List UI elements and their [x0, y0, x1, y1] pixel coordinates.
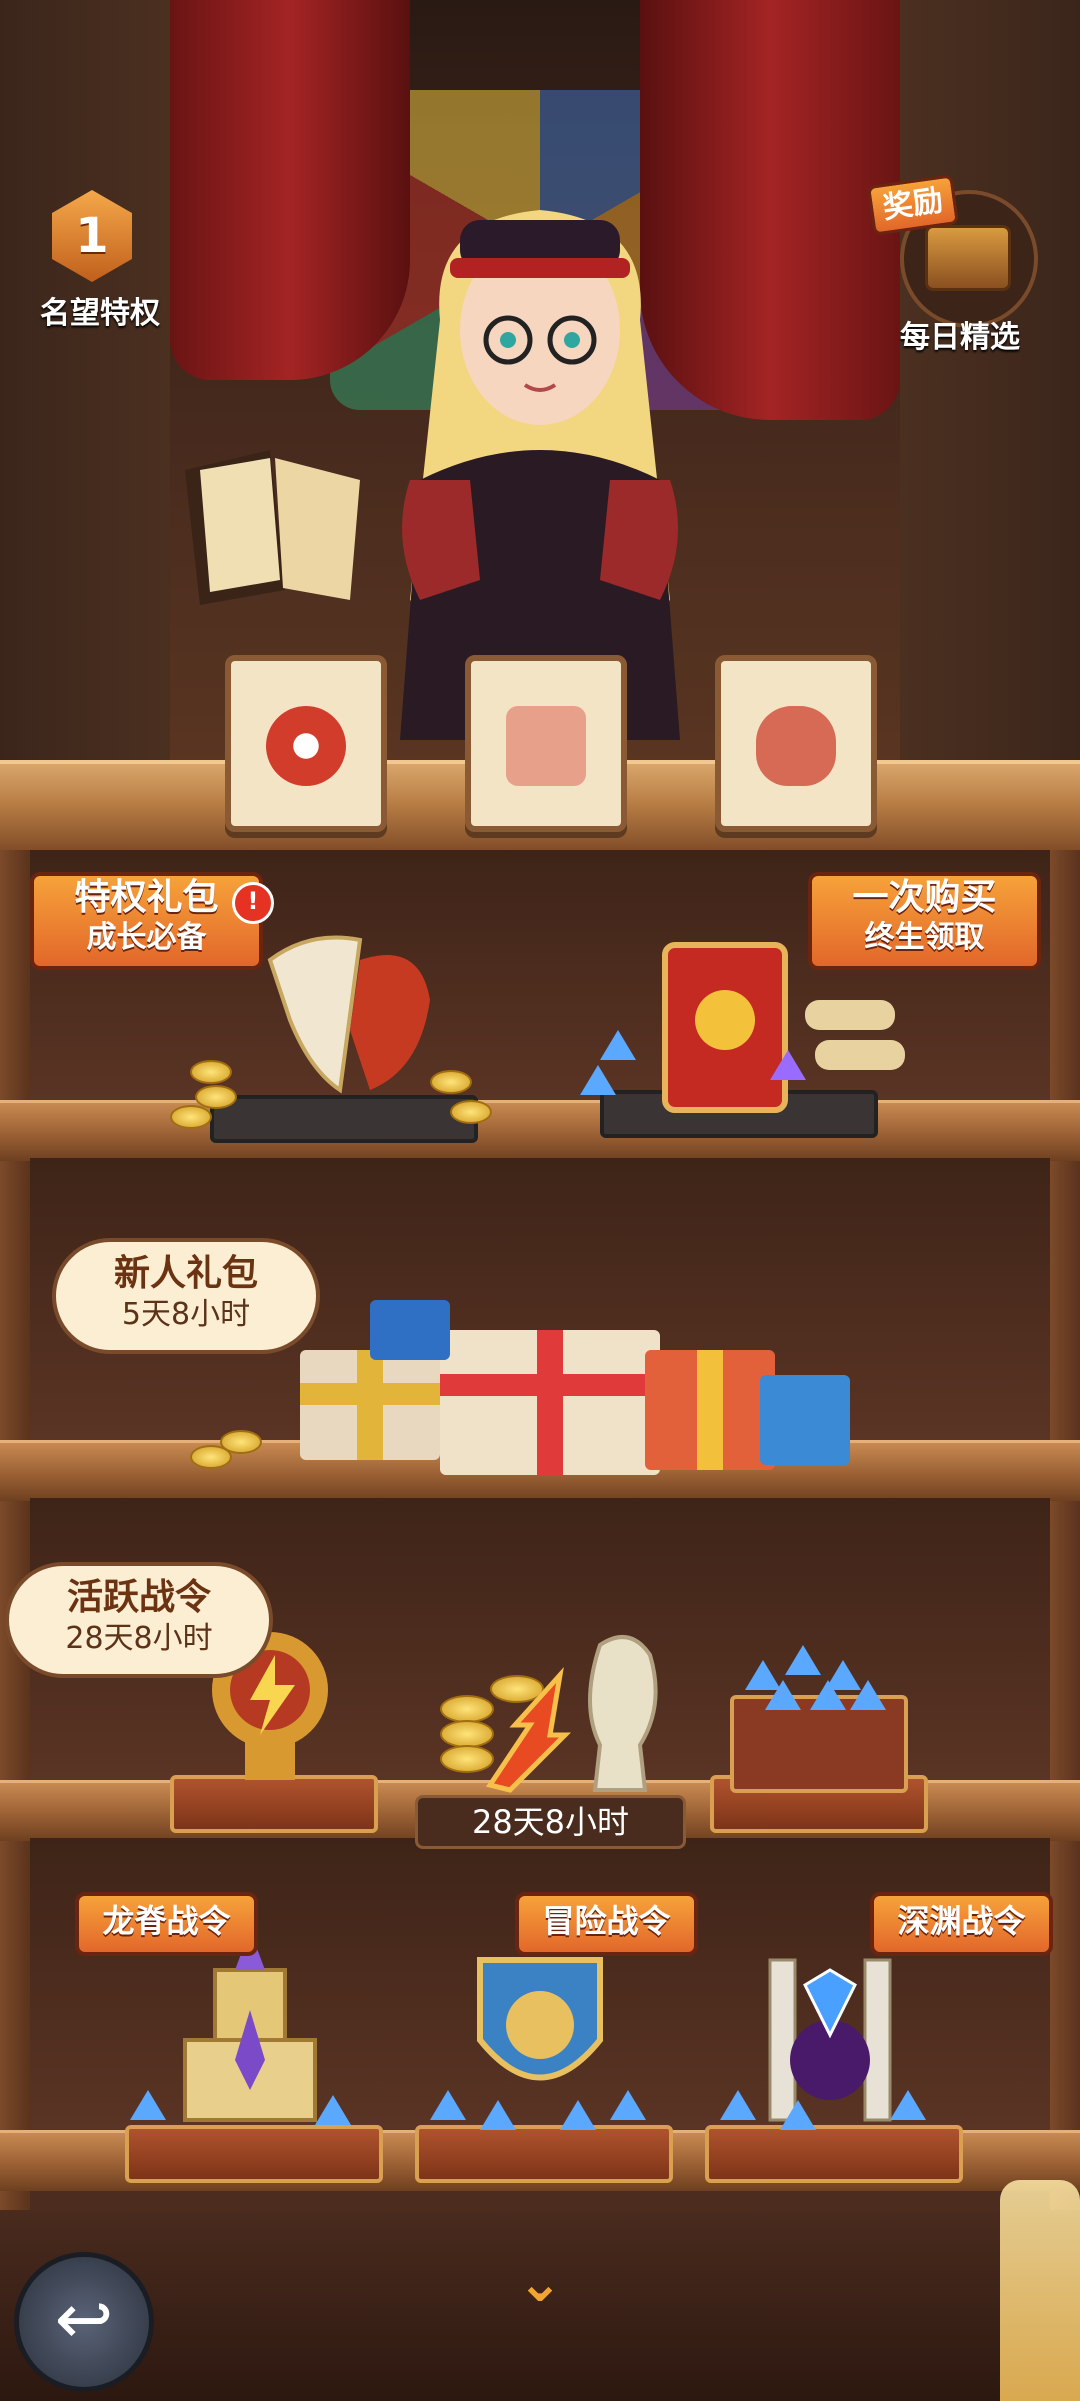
privilege-pack-subtitle: 成长必备 — [86, 920, 207, 955]
dragon-statue-icon — [588, 1635, 658, 1792]
diamond-portal-icon — [768, 1958, 892, 2122]
sun-card-icon — [662, 942, 788, 1113]
daily-selection-button[interactable]: 奖励 每日精选 — [866, 170, 1050, 355]
shop-card-pokeball[interactable] — [225, 655, 387, 832]
open-book — [185, 450, 360, 605]
shop-card-crown[interactable] — [465, 655, 627, 832]
arrow-up-icon — [485, 1666, 572, 1793]
lifetime-purchase-item[interactable] — [570, 940, 940, 1150]
dragon-spine-tag: 龙脊战令 — [75, 1892, 258, 1956]
adventure-pass-item[interactable] — [410, 1930, 673, 2183]
abyss-tag: 深渊战令 — [870, 1892, 1053, 1956]
scroll-icon — [805, 1000, 905, 1070]
crown-icon — [506, 706, 586, 786]
newbie-pack-timer: 5天8小时 — [121, 1297, 251, 1332]
shop-scene: 1 名望特权 奖励 每日精选 特权礼包 成长必备 ! 一次购买 终生领取 新人礼… — [0, 0, 1080, 2401]
shield-runner-icon — [477, 1957, 603, 2081]
shop-card-piggybank[interactable] — [715, 655, 877, 832]
right-wall — [900, 0, 1080, 800]
privilege-pack-title: 特权礼包 — [74, 877, 219, 918]
diamond-chest-item[interactable] — [705, 1640, 928, 1833]
rank-label: 名望特权 — [40, 296, 160, 331]
piggy-bank-icon — [756, 706, 836, 786]
lifetime-tag: 一次购买 终生领取 — [808, 872, 1041, 970]
dragon-spine-title: 龙脊战令 — [102, 1902, 231, 1940]
growth-fund-timer: 28天8小时 — [415, 1795, 686, 1849]
treasure-chest-icon — [925, 225, 1011, 291]
active-pass-bubble: 活跃战令 28天8小时 — [5, 1562, 273, 1678]
newbie-pack-title: 新人礼包 — [113, 1253, 258, 1294]
active-pass-timer: 28天8小时 — [65, 1621, 213, 1656]
candle-decoration — [1000, 2180, 1080, 2401]
active-pass-title: 活跃战令 — [66, 1577, 211, 1618]
alert-badge: ! — [232, 882, 274, 924]
privilege-pack-tag: 特权礼包 成长必备 — [30, 872, 263, 970]
gift-box-orange — [645, 1350, 775, 1470]
horn-dragon-icon — [267, 935, 430, 1094]
abyss-pass-item[interactable] — [700, 1930, 963, 2183]
daily-label: 每日精选 — [900, 320, 1020, 355]
castle-icon — [183, 1930, 317, 2122]
lifetime-subtitle: 终生领取 — [864, 920, 985, 955]
scroll-down-chevron-icon[interactable]: ⌄ — [505, 2256, 575, 2310]
newbie-pack-bubble: 新人礼包 5天8小时 — [52, 1238, 320, 1354]
ball-icon — [266, 706, 346, 786]
prestige-privilege-button[interactable]: 1 名望特权 — [30, 190, 160, 331]
back-arrow-icon: ↩ — [54, 2278, 114, 2360]
rank-number: 1 — [75, 208, 109, 264]
left-wall — [0, 0, 170, 800]
lifetime-title: 一次购买 — [852, 877, 997, 918]
gift-box-teal — [760, 1375, 850, 1465]
dragon-spine-pass-item[interactable] — [120, 1930, 383, 2183]
gift-box-blue — [370, 1300, 450, 1360]
adventure-title: 冒险战令 — [542, 1902, 671, 1940]
gift-box-large — [440, 1330, 660, 1475]
back-button[interactable]: ↩ — [14, 2252, 154, 2392]
adventure-tag: 冒险战令 — [515, 1892, 698, 1956]
gift-box-small — [300, 1350, 440, 1460]
abyss-title: 深渊战令 — [897, 1902, 1026, 1940]
